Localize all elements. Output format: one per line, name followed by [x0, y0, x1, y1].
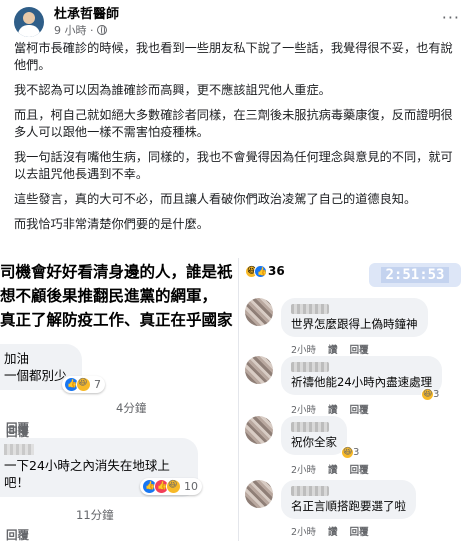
comment-time[interactable]: 2小時 — [291, 462, 316, 476]
comment-actions: 2小時 讚 回覆 — [291, 342, 369, 356]
reply-link[interactable]: 回覆 — [350, 462, 369, 476]
commenter-avatar-blurred[interactable] — [245, 416, 273, 444]
right-comment-screenshot: 36 2:51:53 世界怎麼跟得上偽時鐘神 2小時 讚 回覆 祈禱他能24小時… — [238, 258, 474, 541]
more-options-icon[interactable]: ··· — [442, 8, 460, 27]
commenter-name-blurred[interactable] — [291, 304, 329, 314]
like-link[interactable]: 讚 — [328, 462, 338, 476]
reaction-summary[interactable]: 36 — [245, 264, 285, 278]
reaction-count: 36 — [268, 264, 285, 278]
post-paragraph: 我一句話沒有嘴他生病，同樣的，我也不會覺得因為任何理念與意見的不同，就可以去詛咒… — [14, 150, 453, 181]
author-avatar[interactable] — [14, 7, 44, 37]
post-paragraph: 這些發言，真的大可不必，而且讓人看破你們政治凌駕了自己的道德良知。 — [14, 192, 417, 206]
reaction-summary[interactable]: 3 — [341, 446, 359, 459]
post-header: 杜承哲醫師 9 小時 · — [14, 5, 119, 39]
comment-text: 加油 — [4, 351, 30, 366]
post-timestamp[interactable]: 9 小時 · — [54, 23, 119, 38]
comment-time[interactable]: 2小時 — [291, 342, 316, 356]
caption-line: 真正了解防疫工作、真正在乎國家 — [0, 311, 233, 329]
comment-time[interactable]: 2小時 — [291, 402, 316, 416]
comment-bubble: 祈禱他能24小時內盡速處理 — [281, 356, 443, 395]
commenter-name-blurred — [4, 444, 34, 455]
comment-time[interactable]: 11分鐘 — [76, 507, 114, 523]
comment-bubble: 祝你全家 — [281, 416, 347, 455]
screenshot-caption: 司機會好好看清身邊的人，誰是衹 想不顧後果推翻民進黨的網軍， 真正了解防疫工作、… — [0, 260, 236, 332]
like-link[interactable]: 讚 — [328, 524, 338, 538]
reaction-summary[interactable]: 10 — [140, 478, 202, 495]
comment-text: 一個都別少 — [4, 368, 67, 383]
countdown-timer: 2:51:53 — [369, 263, 461, 287]
comment-actions: 11分鐘 — [22, 507, 198, 523]
post-time-text: 9 小時 · — [54, 23, 94, 37]
post-paragraph: 而且，柯自己就如絕大多數確診者同樣，在三劑後未服抗病毒藥康復，反而證明很多人可以… — [14, 108, 453, 139]
reply-link[interactable]: 回覆 — [350, 524, 369, 538]
post-author-name[interactable]: 杜承哲醫師 — [54, 7, 119, 23]
haha-reaction-icon — [76, 377, 91, 392]
like-reaction-icon — [254, 264, 267, 278]
haha-reaction-icon — [421, 388, 434, 401]
post-paragraph: 我不認為可以因為誰確診而高興，更不應該詛咒他人重症。 — [14, 83, 331, 97]
post-body: 當柯市長確診的時候，我也看到一些朋友私下說了一些話，我覺得很不妥，也有說他們。 … — [14, 40, 462, 241]
commenter-avatar-blurred[interactable] — [245, 480, 273, 508]
reaction-summary[interactable]: 3 — [421, 388, 439, 401]
commenter-name-blurred[interactable] — [291, 486, 329, 496]
commenter-avatar-blurred[interactable] — [245, 356, 273, 384]
like-link[interactable]: 讚 — [328, 342, 338, 356]
comment: 加油 一個都別少 7 4分鐘 回覆 — [0, 344, 146, 436]
reply-link[interactable]: 回覆 — [350, 342, 369, 356]
caption-line: 司機會好好看清身邊的人，誰是衹 — [0, 263, 233, 281]
comment-bubble: 世界怎麼跟得上偽時鐘神 — [281, 298, 428, 337]
commenter-name-blurred[interactable] — [291, 362, 329, 372]
facebook-post: 杜承哲醫師 9 小時 · ··· 當柯市長確診的時候，我也看到一些朋友私下說了一… — [0, 0, 474, 256]
comment-actions: 2小時 讚 回覆 — [291, 402, 369, 416]
caption-line: 想不顧後果推翻民進黨的網軍， — [0, 287, 218, 305]
comment: 一下24小時之內消失在地球上吧！ 10 11分鐘 回覆 — [0, 438, 202, 541]
post-meta: 杜承哲醫師 9 小時 · — [54, 7, 119, 38]
comment-bubble: 名正言順搭跑要選了啦 — [281, 480, 416, 519]
timer-text: 2:51:53 — [381, 267, 449, 283]
reply-link[interactable]: 回覆 — [6, 424, 29, 440]
comment-text: 祝你全家 — [291, 435, 337, 449]
haha-reaction-icon — [166, 479, 181, 494]
comment-time[interactable]: 4分鐘 — [116, 400, 146, 416]
left-comment-screenshot: 司機會好好看清身邊的人，誰是衹 想不顧後果推翻民進黨的網軍， 真正了解防疫工作、… — [0, 258, 236, 541]
comment-text: 世界怎麼跟得上偽時鐘神 — [291, 317, 418, 331]
comment-time[interactable]: 2小時 — [291, 524, 316, 538]
post-paragraph: 當柯市長確診的時候，我也看到一些朋友私下說了一些話，我覺得很不妥，也有說他們。 — [14, 41, 453, 72]
reaction-summary[interactable]: 7 — [62, 376, 105, 393]
globe-icon — [96, 25, 107, 35]
comment-actions: 4分鐘 — [110, 400, 146, 416]
comment-actions: 2小時 讚 回覆 — [291, 524, 369, 538]
comment-actions: 2小時 讚 回覆 — [291, 462, 369, 476]
reply-link[interactable]: 回覆 — [0, 527, 198, 541]
reaction-count: 7 — [94, 378, 101, 391]
comment-text: 祈禱他能24小時內盡速處理 — [291, 375, 433, 389]
reaction-count: 10 — [184, 480, 198, 493]
reply-link[interactable]: 回覆 — [350, 402, 369, 416]
commenter-avatar-blurred[interactable] — [245, 298, 273, 326]
comment-text: 名正言順搭跑要選了啦 — [291, 499, 406, 513]
haha-reaction-icon — [341, 446, 354, 459]
commenter-name-blurred[interactable] — [291, 422, 329, 432]
post-paragraph: 而我恰巧非常清楚你們要的是什麼。 — [14, 217, 209, 231]
like-link[interactable]: 讚 — [328, 402, 338, 416]
